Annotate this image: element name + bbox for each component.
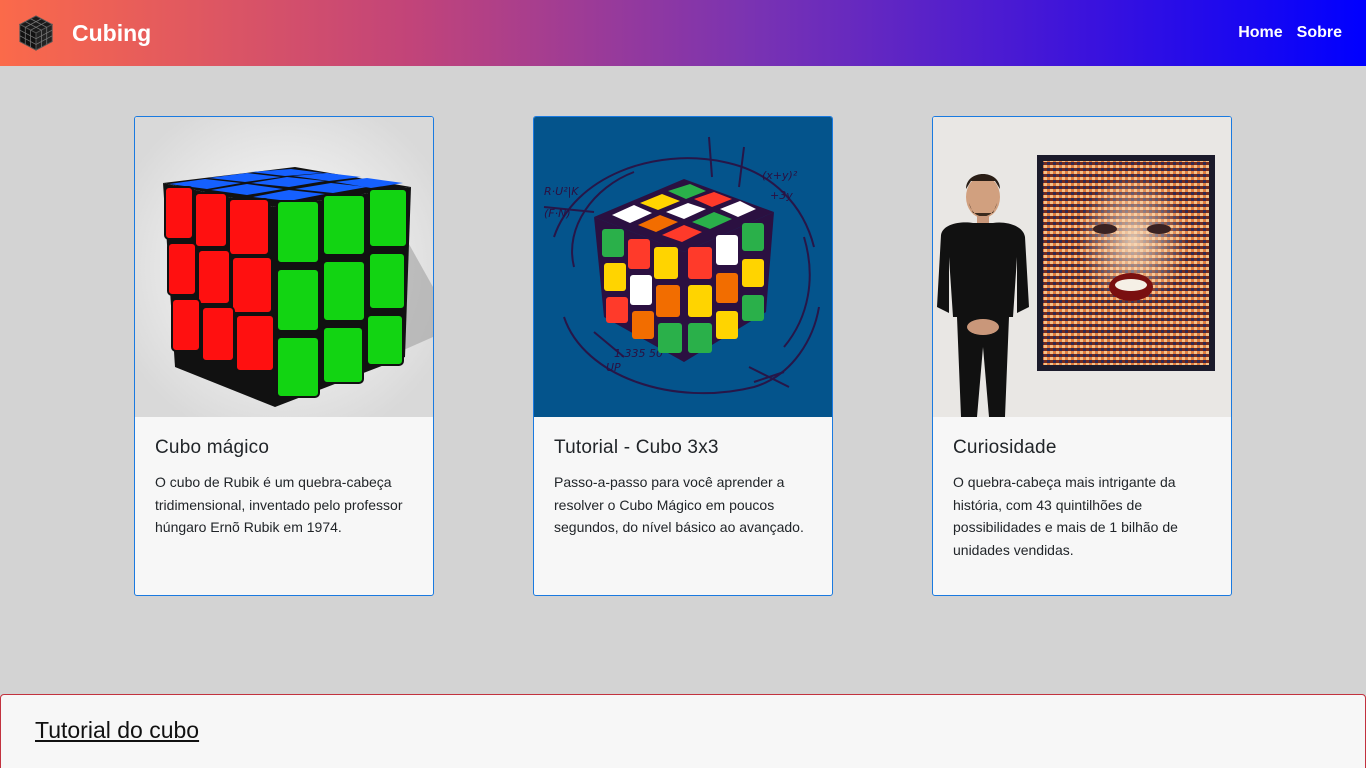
- card-body: Cubo mágico O cubo de Rubik é um quebra-…: [135, 417, 433, 539]
- svg-text:R·U²|K: R·U²|K: [544, 185, 579, 198]
- navbar: Cubing Home Sobre: [0, 0, 1366, 66]
- nav-links: Home Sobre: [1238, 0, 1342, 66]
- card-title: Tutorial - Cubo 3x3: [554, 437, 719, 458]
- card-tutorial[interactable]: R·U²|K (F·N) (x+y)² +3y 1.335 50 UP Tuto…: [533, 116, 833, 596]
- tutorial-section: Tutorial do cubo: [0, 694, 1366, 768]
- card-text: O cubo de Rubik é um quebra-cabeça tridi…: [155, 474, 403, 536]
- nav-link-sobre[interactable]: Sobre: [1297, 24, 1342, 42]
- svg-text:(x+y)²: (x+y)²: [762, 169, 798, 182]
- svg-text:1.335 50: 1.335 50: [614, 347, 663, 360]
- svg-text:(F·N): (F·N): [544, 207, 571, 220]
- card-body: Curiosidade O quebra-cabeça mais intriga…: [933, 417, 1231, 561]
- svg-text:+3y: +3y: [770, 189, 793, 202]
- section-title: Tutorial do cubo: [35, 717, 200, 743]
- card-curiosidade[interactable]: Curiosidade O quebra-cabeça mais intriga…: [932, 116, 1232, 596]
- svg-text:UP: UP: [606, 361, 621, 374]
- card-cubo-magico[interactable]: Cubo mágico O cubo de Rubik é um quebra-…: [134, 116, 434, 596]
- card-body: Tutorial - Cubo 3x3 Passo-a-passo para v…: [534, 417, 832, 539]
- card-title: Curiosidade: [953, 437, 1057, 458]
- brand-link[interactable]: Cubing: [17, 14, 151, 52]
- sketched-cube-image: R·U²|K (F·N) (x+y)² +3y 1.335 50 UP: [534, 117, 832, 417]
- rubiks-cube-image: [135, 117, 433, 417]
- card-title: Cubo mágico: [155, 437, 270, 458]
- card-text: Passo-a-passo para você aprender a resol…: [554, 474, 804, 536]
- cube-logo-icon: [18, 15, 54, 51]
- card-text: O quebra-cabeça mais intrigante da histó…: [953, 474, 1178, 558]
- nav-link-home[interactable]: Home: [1238, 24, 1282, 42]
- mosaic-portrait-photo: [933, 117, 1231, 417]
- brand-name: Cubing: [72, 19, 152, 46]
